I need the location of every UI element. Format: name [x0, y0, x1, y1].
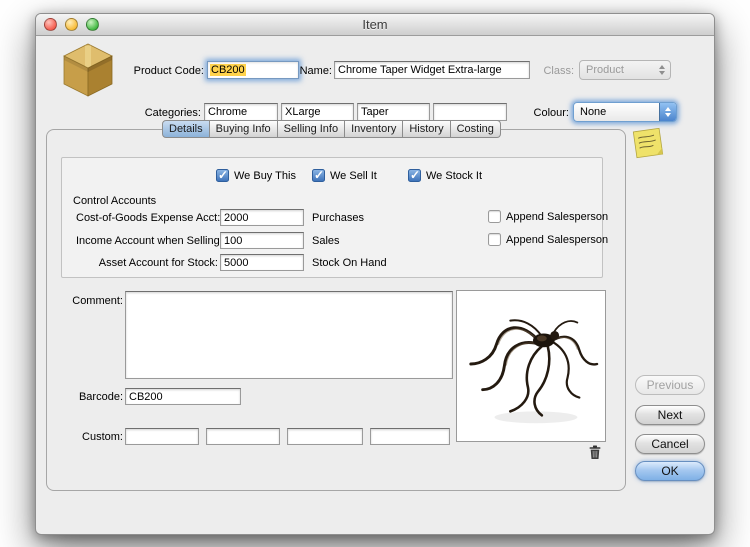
colour-label: Colour: [529, 107, 569, 119]
product-code-label: Product Code: [124, 65, 204, 77]
tab-history[interactable]: History [403, 120, 450, 138]
checkbox-we-sell-it[interactable]: We Sell It [312, 169, 377, 182]
minimize-button[interactable] [65, 18, 78, 31]
unchecked-checkbox-icon [488, 210, 501, 223]
income-account-input[interactable] [220, 232, 304, 249]
class-value: Product [580, 64, 653, 76]
titlebar[interactable]: Item [36, 14, 714, 36]
zoom-button[interactable] [86, 18, 99, 31]
chevron-updown-icon [659, 103, 676, 121]
delete-picture-button[interactable] [588, 445, 602, 460]
comment-label: Comment: [66, 295, 123, 307]
tab-selling-info[interactable]: Selling Info [278, 120, 345, 138]
checked-checkbox-icon [216, 169, 229, 182]
control-accounts-heading: Control Accounts [73, 195, 156, 207]
sticky-note-icon[interactable] [630, 124, 666, 162]
asset-account-label: Asset Account for Stock: [76, 257, 218, 269]
close-button[interactable] [44, 18, 57, 31]
cancel-button[interactable]: Cancel [635, 434, 705, 454]
desktop: Item Product Code: CB200 Name: Class: Pr… [0, 0, 750, 547]
chevron-updown-icon [653, 61, 670, 79]
custom-field-1[interactable] [125, 428, 199, 445]
previous-button[interactable]: Previous [635, 375, 705, 395]
name-label: Name: [288, 65, 332, 77]
next-button[interactable]: Next [635, 405, 705, 425]
product-code-value: CB200 [210, 64, 246, 76]
categories-label: Categories: [121, 107, 201, 119]
window-title: Item [36, 14, 714, 36]
append-salesperson-checkbox-1[interactable]: Append Salesperson [488, 210, 608, 223]
custom-field-4[interactable] [370, 428, 450, 445]
income-account-label: Income Account when Selling: [76, 235, 218, 247]
checkbox-we-stock-it[interactable]: We Stock It [408, 169, 482, 182]
category-field-2[interactable] [281, 103, 354, 121]
name-input[interactable] [334, 61, 530, 79]
class-select: Product [579, 60, 671, 80]
class-label: Class: [534, 65, 574, 77]
checkbox-we-buy-this[interactable]: We Buy This [216, 169, 296, 182]
tab-buying-info[interactable]: Buying Info [210, 120, 278, 138]
tab-inventory[interactable]: Inventory [345, 120, 403, 138]
tab-bar: Details Buying Info Selling Info Invento… [162, 120, 501, 138]
checked-checkbox-icon [408, 169, 421, 182]
category-field-3[interactable] [357, 103, 430, 121]
custom-field-3[interactable] [287, 428, 363, 445]
category-field-1[interactable] [204, 103, 278, 121]
cogs-expense-label: Cost-of-Goods Expense Acct: [76, 212, 218, 224]
custom-field-2[interactable] [206, 428, 280, 445]
custom-label: Custom: [66, 431, 123, 443]
ok-button[interactable]: OK [635, 461, 705, 481]
barcode-label: Barcode: [66, 391, 123, 403]
cogs-account-name: Purchases [312, 212, 364, 224]
cogs-expense-input[interactable] [220, 209, 304, 226]
colour-value: None [574, 106, 659, 118]
item-picture[interactable] [456, 290, 606, 442]
asset-account-name: Stock On Hand [312, 257, 387, 269]
unchecked-checkbox-icon [488, 233, 501, 246]
colour-select[interactable]: None [573, 102, 677, 122]
tab-costing[interactable]: Costing [451, 120, 501, 138]
cardboard-box-icon [60, 41, 116, 99]
barcode-input[interactable] [125, 388, 241, 405]
checked-checkbox-icon [312, 169, 325, 182]
category-field-4[interactable] [433, 103, 507, 121]
tab-details[interactable]: Details [162, 120, 210, 138]
asset-account-input[interactable] [220, 254, 304, 271]
traffic-lights [44, 18, 99, 31]
append-salesperson-checkbox-2[interactable]: Append Salesperson [488, 233, 608, 246]
item-window: Item Product Code: CB200 Name: Class: Pr… [35, 13, 715, 535]
product-code-input[interactable]: CB200 [207, 61, 299, 79]
income-account-name: Sales [312, 235, 340, 247]
comment-textarea[interactable] [125, 291, 453, 379]
